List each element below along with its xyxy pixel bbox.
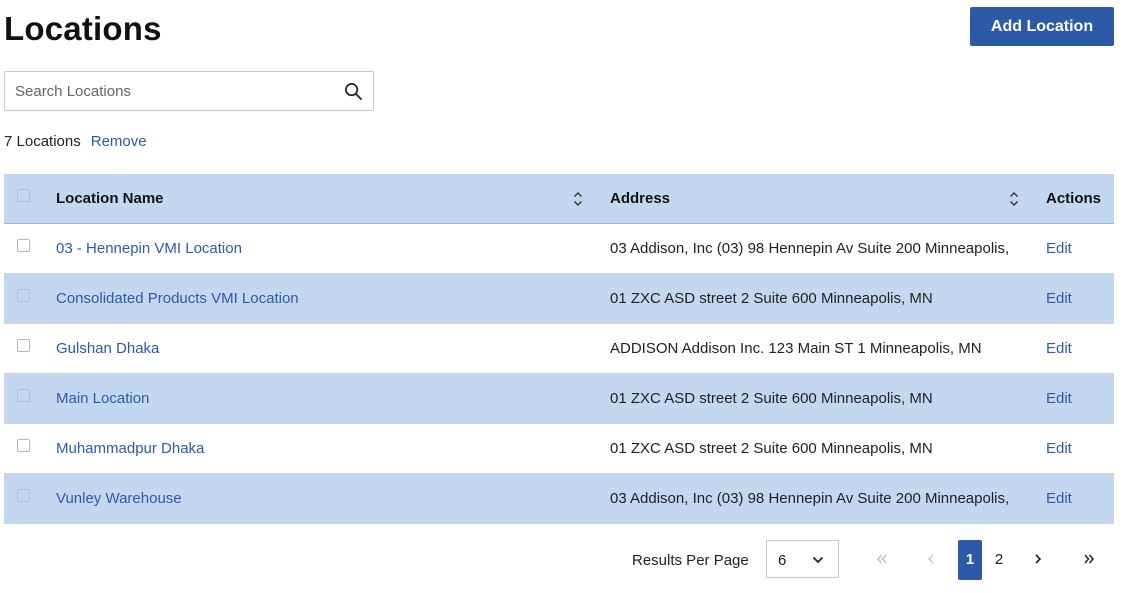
edit-link[interactable]: Edit	[1046, 474, 1112, 523]
pagination: Results Per Page 6 1 2	[0, 540, 1129, 580]
results-per-page-label: Results Per Page	[632, 552, 749, 569]
column-header-actions: Actions	[1046, 190, 1102, 207]
row-checkbox[interactable]	[17, 239, 30, 252]
edit-link[interactable]: Edit	[1046, 374, 1112, 423]
results-per-page-select[interactable]: 6	[766, 540, 839, 578]
location-name-link[interactable]: Vunley Warehouse	[56, 474, 586, 523]
location-name-link[interactable]: Consolidated Products VMI Location	[56, 274, 586, 323]
select-all-checkbox[interactable]	[17, 189, 30, 202]
page-2-button[interactable]: 2	[989, 540, 1009, 580]
table-header: Location Name Address Actions	[4, 174, 1114, 224]
previous-page-icon[interactable]	[925, 540, 937, 580]
search-icon[interactable]	[344, 82, 363, 101]
row-checkbox[interactable]	[17, 289, 30, 302]
edit-link[interactable]: Edit	[1046, 224, 1112, 273]
locations-count: 7 Locations	[4, 133, 81, 150]
location-address: 03 Addison, Inc (03) 98 Hennepin Av Suit…	[610, 240, 1010, 257]
search-input[interactable]	[5, 72, 325, 110]
sort-location-name-icon[interactable]	[573, 191, 583, 207]
table-row: Gulshan Dhaka ADDISON Addison Inc. 123 M…	[4, 324, 1114, 374]
location-name-link[interactable]: 03 - Hennepin VMI Location	[56, 224, 586, 273]
table-row: Muhammadpur Dhaka 01 ZXC ASD street 2 Su…	[4, 424, 1114, 474]
table-row: 03 - Hennepin VMI Location 03 Addison, I…	[4, 224, 1114, 274]
chevron-down-icon	[812, 556, 824, 564]
row-checkbox[interactable]	[17, 339, 30, 352]
location-name-link[interactable]: Gulshan Dhaka	[56, 324, 586, 373]
edit-link[interactable]: Edit	[1046, 274, 1112, 323]
table-row: Consolidated Products VMI Location 01 ZX…	[4, 274, 1114, 324]
location-address: 01 ZXC ASD street 2 Suite 600 Minneapoli…	[610, 390, 933, 407]
location-address: 03 Addison, Inc (03) 98 Hennepin Av Suit…	[610, 490, 1010, 507]
column-header-address[interactable]: Address	[610, 174, 1024, 223]
first-page-icon[interactable]	[874, 540, 890, 580]
last-page-icon[interactable]	[1081, 540, 1097, 580]
locations-table: Location Name Address Actions 03 - Henne…	[4, 174, 1114, 524]
row-checkbox[interactable]	[17, 389, 30, 402]
table-row: Main Location 01 ZXC ASD street 2 Suite …	[4, 374, 1114, 424]
location-name-link[interactable]: Main Location	[56, 374, 586, 423]
location-address: 01 ZXC ASD street 2 Suite 600 Minneapoli…	[610, 290, 933, 307]
sort-address-icon[interactable]	[1009, 191, 1019, 207]
add-location-button[interactable]: Add Location	[970, 7, 1114, 46]
edit-link[interactable]: Edit	[1046, 424, 1112, 473]
next-page-icon[interactable]	[1032, 540, 1044, 580]
location-address: 01 ZXC ASD street 2 Suite 600 Minneapoli…	[610, 440, 933, 457]
location-address: ADDISON Addison Inc. 123 Main ST 1 Minne…	[610, 340, 982, 357]
remove-link[interactable]: Remove	[91, 133, 147, 150]
row-checkbox[interactable]	[17, 489, 30, 502]
column-header-location-name[interactable]: Location Name	[56, 174, 586, 223]
results-summary: 7 Locations Remove	[4, 133, 147, 150]
search-box	[4, 71, 374, 111]
location-name-link[interactable]: Muhammadpur Dhaka	[56, 424, 586, 473]
page-1-button[interactable]: 1	[958, 540, 982, 580]
page-title: Locations	[4, 10, 162, 47]
table-row: Vunley Warehouse 03 Addison, Inc (03) 98…	[4, 474, 1114, 524]
results-per-page-value: 6	[778, 552, 787, 569]
row-checkbox[interactable]	[17, 439, 30, 452]
edit-link[interactable]: Edit	[1046, 324, 1112, 373]
